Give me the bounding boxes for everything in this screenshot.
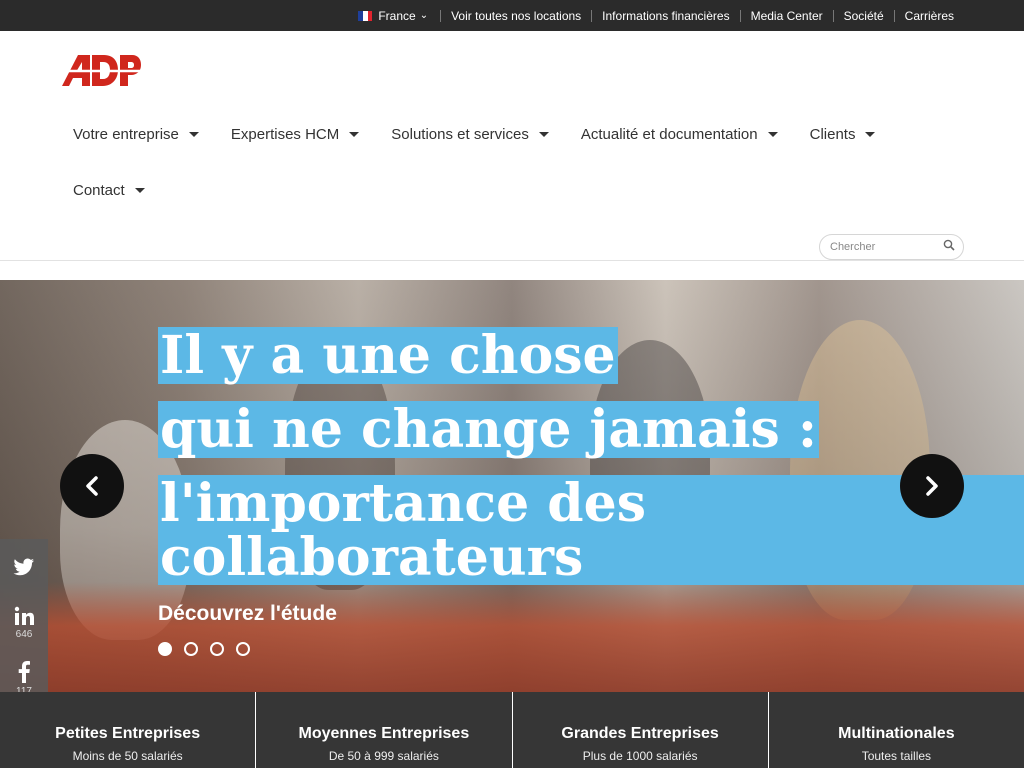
carousel-dots [158,642,262,656]
country-label: France [378,8,416,23]
segment-subtitle: Plus de 1000 salariés [582,749,698,763]
business-size-segments: Petites Entreprises Moins de 50 salariés… [0,692,1024,768]
caret-down-icon [538,131,549,137]
caret-down-icon [767,131,778,137]
hero-cta-link[interactable]: Découvrez l'étude [158,602,337,626]
link-locations[interactable]: Voir toutes nos locations [440,9,591,22]
country-selector[interactable]: France ⌄ [358,9,440,23]
segment-title: Petites Entreprises [55,725,201,742]
caret-down-icon [865,131,876,137]
segment-petites-entreprises[interactable]: Petites Entreprises Moins de 50 salariés [0,692,256,768]
headline-line-2: qui ne change jamais : [158,399,820,460]
segment-multinationales[interactable]: Multinationales Toutes tailles [767,692,1024,768]
carousel-next-button[interactable] [900,454,964,518]
link-company[interactable]: Société [832,9,894,22]
nav-votre-entreprise[interactable]: Votre entreprise [73,126,199,143]
linkedin-share-count: 646 [15,629,33,640]
top-utility-bar: France ⌄ Voir toutes nos locations Infor… [0,0,1024,31]
main-navigation: Votre entreprise Expertises HCM Solution… [73,123,933,201]
nav-expertises-hcm[interactable]: Expertises HCM [231,126,360,143]
segment-subtitle: Toutes tailles [861,749,932,763]
adp-logo-icon [60,55,142,86]
nav-actualite-documentation[interactable]: Actualité et documentation [581,126,778,143]
segment-title: Multinationales [838,725,955,742]
search-box [819,234,964,260]
chevron-left-icon [86,476,98,496]
utility-links: France ⌄ Voir toutes nos locations Infor… [358,0,964,31]
headline-line-4: collaborateurs [160,527,584,588]
link-financial-info[interactable]: Informations financières [591,9,739,22]
share-linkedin-button[interactable]: 646 [0,595,48,651]
facebook-icon [18,661,30,683]
segment-title: Moyennes Entreprises [298,725,470,742]
carousel-prev-button[interactable] [60,454,124,518]
link-careers[interactable]: Carrières [893,9,964,22]
link-media-center[interactable]: Media Center [739,9,833,22]
carousel-dot-2[interactable] [184,642,198,656]
segment-title: Grandes Entreprises [561,725,719,742]
france-flag-icon [358,10,373,21]
chevron-down-icon: ⌄ [419,10,429,21]
segment-grandes-entreprises[interactable]: Grandes Entreprises Plus de 1000 salarié… [511,692,768,768]
caret-down-icon [134,187,145,193]
adp-logo[interactable] [60,51,142,89]
segment-subtitle: Moins de 50 salariés [72,749,183,763]
search-input[interactable] [830,241,940,253]
linkedin-icon [14,606,34,625]
nav-contact[interactable]: Contact [73,182,145,199]
carousel-dot-3[interactable] [210,642,224,656]
nav-solutions-services[interactable]: Solutions et services [391,126,549,143]
site-header: Votre entreprise Expertises HCM Solution… [0,31,1024,261]
caret-down-icon [349,131,360,137]
segment-moyennes-entreprises[interactable]: Moyennes Entreprises De 50 à 999 salarié… [255,692,512,768]
segment-subtitle: De 50 à 999 salariés [328,749,439,763]
carousel-dot-4[interactable] [236,642,250,656]
chevron-right-icon [926,476,938,496]
search-icon[interactable] [943,238,955,256]
share-twitter-button[interactable] [0,539,48,595]
carousel-dot-1[interactable] [158,642,172,656]
headline-line-1: Il y a une chose [158,325,618,386]
nav-clients[interactable]: Clients [810,126,876,143]
twitter-icon [13,558,34,576]
caret-down-icon [188,131,199,137]
